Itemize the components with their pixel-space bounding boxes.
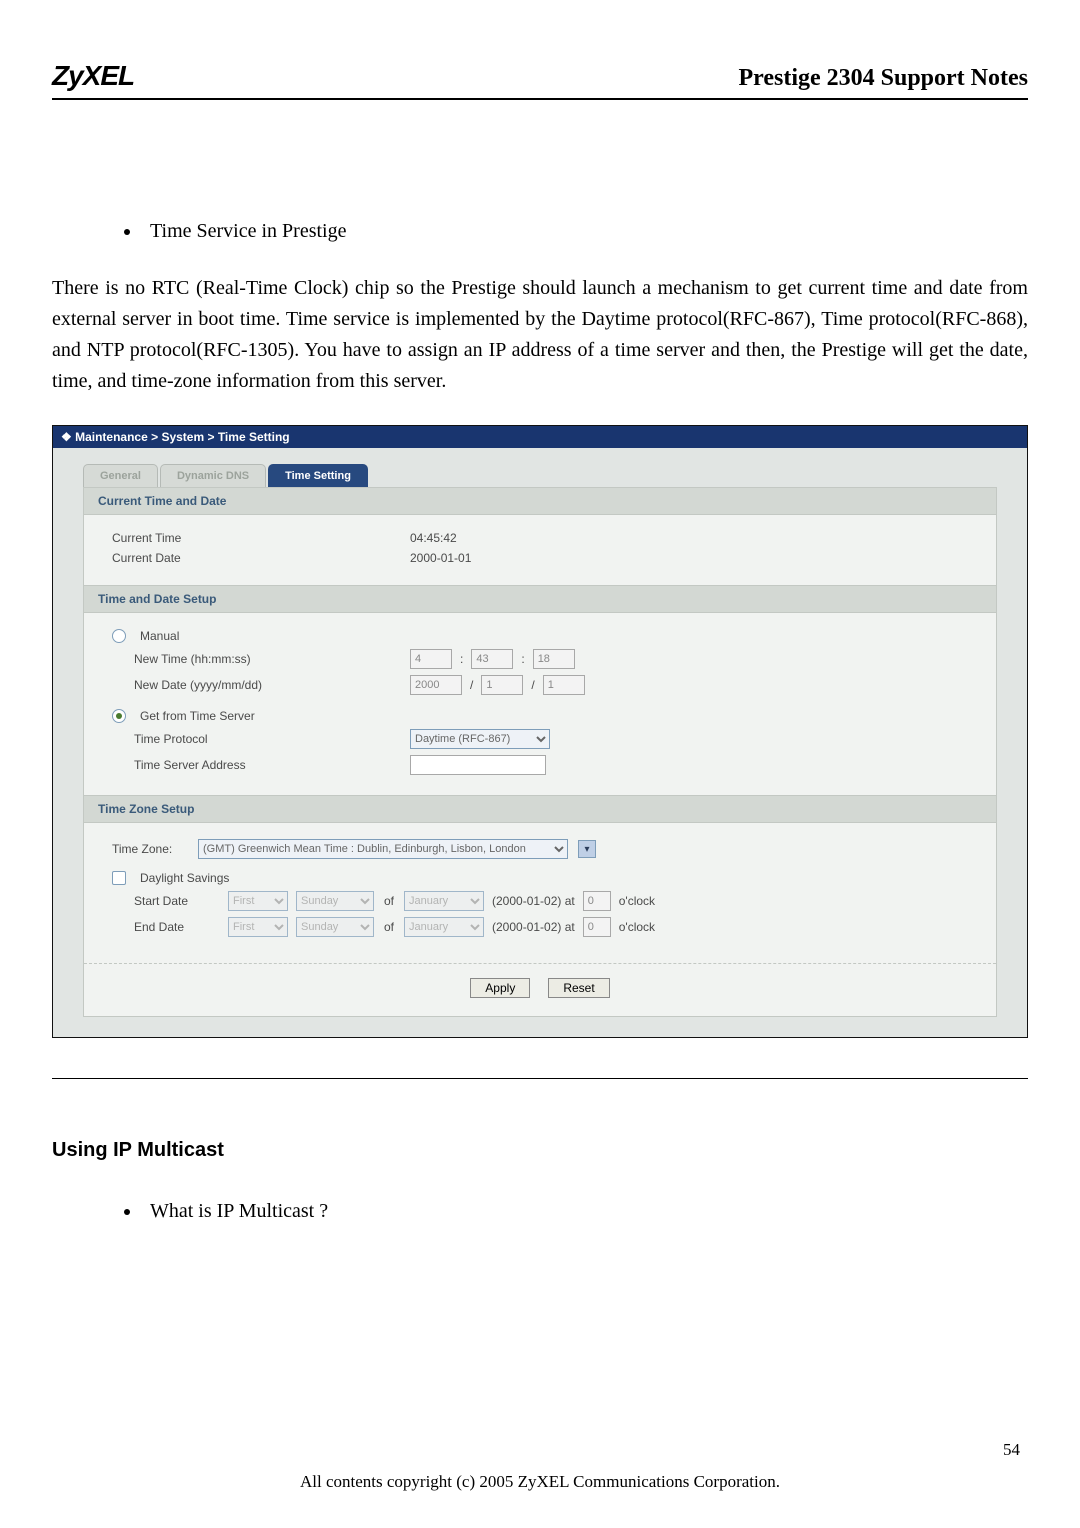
end-date-row: End Date First Sunday of January (2000-0… xyxy=(134,917,978,937)
section-setup-body: Manual New Time (hh:mm:ss) : : New Date … xyxy=(84,613,996,795)
timezone-label: Time Zone: xyxy=(112,842,190,856)
panel-inner: General Dynamic DNS Time Setting Current… xyxy=(53,448,1027,1037)
protocol-select[interactable]: Daytime (RFC-867) xyxy=(410,729,550,749)
intro-sep1: , xyxy=(811,308,822,330)
end-ordinal-select[interactable]: First xyxy=(228,917,288,937)
new-time-s-input[interactable] xyxy=(533,649,575,669)
server-address-label: Time Server Address xyxy=(112,758,402,772)
button-row: Apply Reset xyxy=(84,963,996,998)
start-date-paren: (2000-01-02) at xyxy=(492,894,575,908)
new-date-label: New Date (yyyy/mm/dd) xyxy=(112,678,402,692)
start-ordinal-select[interactable]: First xyxy=(228,891,288,911)
footer-bullets: What is IP Multicast ? xyxy=(142,1200,1028,1223)
breadcrumb-text: ❖ Maintenance > System > Time Setting xyxy=(61,430,290,444)
section-tz-body: Time Zone: (GMT) Greenwich Mean Time : D… xyxy=(84,823,996,957)
protocol-label: Time Protocol xyxy=(112,732,402,746)
start-day-select[interactable]: Sunday xyxy=(296,891,374,911)
end-date-label: End Date xyxy=(134,920,220,934)
reset-button[interactable]: Reset xyxy=(548,978,609,998)
current-time-value: 04:45:42 xyxy=(410,531,457,545)
end-hour-input[interactable] xyxy=(583,917,611,937)
time-setting-screenshot: ❖ Maintenance > System > Time Setting Ge… xyxy=(52,425,1028,1038)
section-setup-title: Time and Date Setup xyxy=(84,585,996,613)
brand-logo: ZyXEL xyxy=(52,60,134,92)
intro-b3: NTP protocol(RFC-1305) xyxy=(87,339,294,361)
new-time-m-input[interactable] xyxy=(471,649,513,669)
intro-paragraph: There is no RTC (Real-Time Clock) chip s… xyxy=(52,273,1028,397)
end-date-paren: (2000-01-02) at xyxy=(492,920,575,934)
current-date-label: Current Date xyxy=(112,551,402,565)
doc-title: Prestige 2304 Support Notes xyxy=(738,65,1028,92)
start-of-text: of xyxy=(384,894,394,908)
current-time-label: Current Time xyxy=(112,531,402,545)
page-header: ZyXEL Prestige 2304 Support Notes xyxy=(52,60,1028,100)
footer-bullet-what-is-multicast: What is IP Multicast ? xyxy=(142,1200,1028,1223)
new-date-d-input[interactable] xyxy=(543,675,585,695)
new-date-m-input[interactable] xyxy=(481,675,523,695)
end-day-select[interactable]: Sunday xyxy=(296,917,374,937)
daylight-checkbox[interactable] xyxy=(112,871,126,885)
intro-bullets: Time Service in Prestige xyxy=(142,220,1028,243)
footer-copyright: All contents copyright (c) 2005 ZyXEL Co… xyxy=(0,1472,1080,1492)
intro-bullet-time-service: Time Service in Prestige xyxy=(142,220,1028,243)
end-month-select[interactable]: January xyxy=(404,917,484,937)
chevron-down-icon[interactable]: ▾ xyxy=(578,840,596,858)
section-tz-title: Time Zone Setup xyxy=(84,795,996,823)
server-address-input[interactable] xyxy=(410,755,546,775)
new-date-y-input[interactable] xyxy=(410,675,462,695)
end-of-text: of xyxy=(384,920,394,934)
divider xyxy=(52,1078,1028,1079)
start-date-label: Start Date xyxy=(134,894,220,908)
intro-b2: Time protocol(RFC-868) xyxy=(821,308,1023,330)
start-hour-input[interactable] xyxy=(583,891,611,911)
current-date-value: 2000-01-01 xyxy=(410,551,471,565)
start-month-select[interactable]: January xyxy=(404,891,484,911)
using-ip-multicast-heading: Using IP Multicast xyxy=(52,1139,1028,1162)
start-oclock: o'clock xyxy=(619,894,655,908)
tab-bar: General Dynamic DNS Time Setting xyxy=(83,464,997,487)
timeserver-radio[interactable] xyxy=(112,709,126,723)
intro-b1: Daytime protocol(RFC-867) xyxy=(581,308,810,330)
section-current-title: Current Time and Date xyxy=(84,488,996,515)
timeserver-label: Get from Time Server xyxy=(140,709,255,723)
manual-radio[interactable] xyxy=(112,629,126,643)
breadcrumb: ❖ Maintenance > System > Time Setting xyxy=(53,426,1027,448)
section-current-body: Current Time 04:45:42 Current Date 2000-… xyxy=(84,515,996,585)
tab-dynamic-dns[interactable]: Dynamic DNS xyxy=(160,464,266,487)
start-date-row: Start Date First Sunday of January (2000… xyxy=(134,891,978,911)
manual-label: Manual xyxy=(140,629,179,643)
tab-time-setting[interactable]: Time Setting xyxy=(268,464,368,487)
tab-general[interactable]: General xyxy=(83,464,158,487)
page-number: 54 xyxy=(1003,1440,1020,1460)
new-time-label: New Time (hh:mm:ss) xyxy=(112,652,402,666)
settings-card: Current Time and Date Current Time 04:45… xyxy=(83,487,997,1017)
end-oclock: o'clock xyxy=(619,920,655,934)
new-time-h-input[interactable] xyxy=(410,649,452,669)
apply-button[interactable]: Apply xyxy=(470,978,530,998)
timezone-select[interactable]: (GMT) Greenwich Mean Time : Dublin, Edin… xyxy=(198,839,568,859)
daylight-label: Daylight Savings xyxy=(140,871,229,885)
